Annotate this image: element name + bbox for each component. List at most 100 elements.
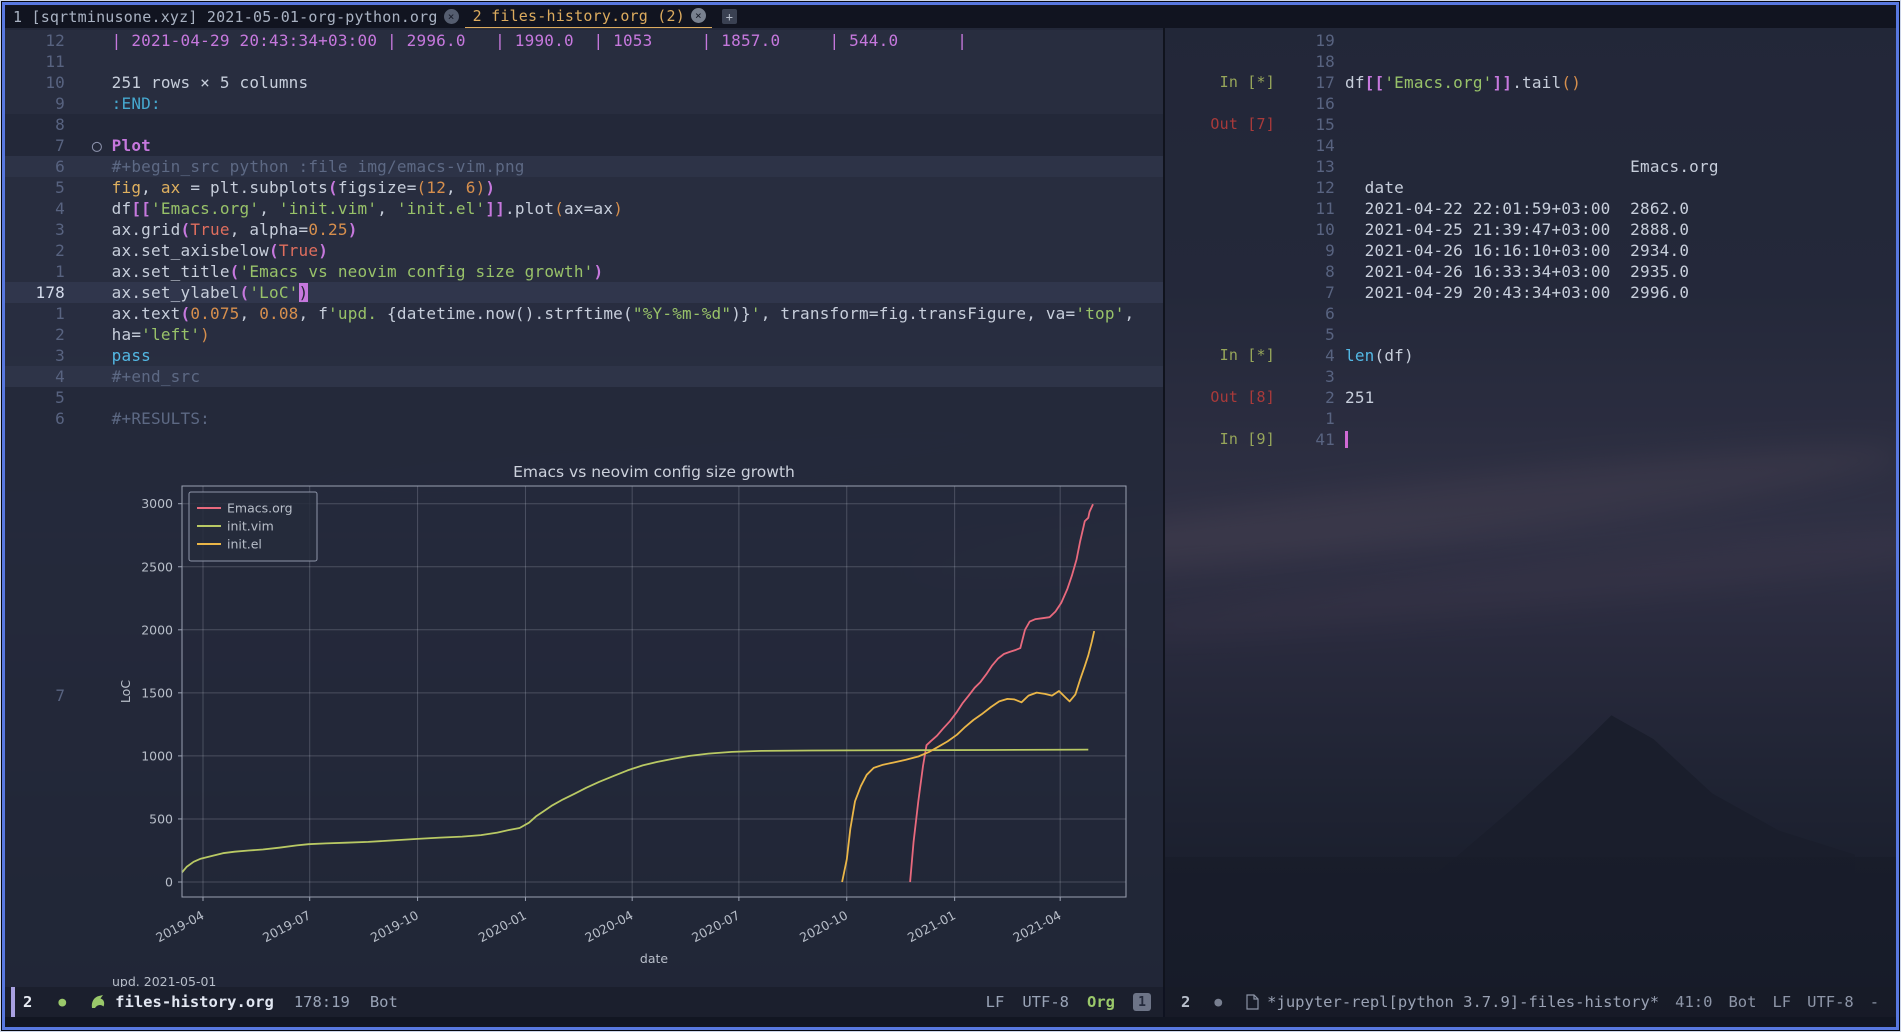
tab-close-icon[interactable]: × (691, 8, 706, 23)
code-line[interactable]: 5 (5, 387, 1163, 408)
code-line[interactable]: 4 df[['Emacs.org', 'init.vim', 'init.el'… (5, 198, 1163, 219)
org-code-lines: 12 | 2021-04-29 20:43:34+03:00 | 2996.0 … (5, 30, 1163, 429)
repl-line[interactable]: 5 (1165, 324, 1899, 345)
modeline-org[interactable]: 2 ● files-history.org 178:19 Bot LF UTF-… (5, 987, 1163, 1017)
code-line[interactable]: 1 ax.set_title('Emacs vs neovim config s… (5, 261, 1163, 282)
code-line[interactable]: 4 #+end_src (5, 366, 1163, 387)
line-number: 9 (1283, 240, 1335, 261)
line-number: 3 (5, 219, 65, 240)
code-line[interactable]: 3 pass (5, 345, 1163, 366)
code-line[interactable]: 2 ax.set_axisbelow(True) (5, 240, 1163, 261)
line-number: 16 (1283, 93, 1335, 114)
repl-line[interactable]: 18 (1165, 51, 1899, 72)
line-content (92, 51, 1163, 72)
repl-line[interactable]: In [9] 41 (1165, 429, 1899, 450)
major-mode[interactable]: Org (1087, 993, 1115, 1011)
svg-text:3000: 3000 (141, 496, 173, 511)
modeline-suffix: - (1870, 993, 1879, 1011)
svg-text:500: 500 (149, 811, 173, 826)
code-line[interactable]: 6 #+begin_src python :file img/emacs-vim… (5, 156, 1163, 177)
line-number: 19 (1283, 30, 1335, 51)
code-line[interactable]: 8 (5, 114, 1163, 135)
repl-line[interactable]: 19 (1165, 30, 1899, 51)
tab-org-python[interactable]: 1 [sqrtminusone.xyz] 2021-05-01-org-pyth… (5, 5, 465, 28)
repl-prompt: In [9] (1165, 429, 1275, 450)
line-content: 2021-04-25 21:39:47+03:00 2888.0 (1345, 219, 1689, 240)
image-line-number: 7 (5, 685, 65, 706)
jupyter-repl-window[interactable]: 1918In [*]17df[['Emacs.org']].tail()16Ou… (1165, 28, 1899, 987)
eol-indicator: LF (986, 993, 1005, 1011)
repl-line[interactable]: In [*]4len(df) (1165, 345, 1899, 366)
repl-line[interactable]: 11 2021-04-22 22:01:59+03:00 2862.0 (1165, 198, 1899, 219)
line-number: 7 (5, 135, 65, 156)
code-line[interactable]: 11 (5, 51, 1163, 72)
new-tab-button[interactable]: + (722, 9, 737, 24)
repl-line[interactable]: 7 2021-04-29 20:43:34+03:00 2996.0 (1165, 282, 1899, 303)
code-line[interactable]: 5 fig, ax = plt.subplots(figsize=(12, 6)… (5, 177, 1163, 198)
inline-result-chart[interactable]: 0500100015002000250030002019-042019-0720… (97, 458, 1147, 987)
repl-line[interactable]: 16 (1165, 93, 1899, 114)
code-line[interactable]: 12 | 2021-04-29 20:43:34+03:00 | 2996.0 … (5, 30, 1163, 51)
line-number: 6 (5, 408, 65, 429)
line-number: 41 (1283, 429, 1335, 450)
buffer-name[interactable]: *jupyter-repl[python 3.7.9]-files-histor… (1267, 993, 1659, 1011)
code-line[interactable]: 1 ax.text(0.075, 0.08, f'upd. {datetime.… (5, 303, 1163, 324)
tab-close-icon[interactable]: × (444, 9, 459, 24)
line-content (92, 114, 1163, 135)
line-number: 1 (1283, 408, 1335, 429)
code-line[interactable]: 10 251 rows × 5 columns (5, 72, 1163, 93)
line-content: 2021-04-22 22:01:59+03:00 2862.0 (1345, 198, 1689, 219)
line-number: 8 (1283, 261, 1335, 282)
line-number: 4 (1283, 345, 1335, 366)
line-number: 15 (1283, 114, 1335, 135)
org-buffer-window[interactable]: 12 | 2021-04-29 20:43:34+03:00 | 2996.0 … (5, 28, 1165, 987)
active-window-bar (11, 987, 15, 1017)
repl-prompt (1165, 156, 1275, 177)
code-line[interactable]: 9 :END: (5, 93, 1163, 114)
svg-text:2000: 2000 (141, 622, 173, 637)
svg-text:2019-07: 2019-07 (260, 907, 313, 945)
scroll-position: Bot (370, 993, 398, 1011)
svg-text:0: 0 (165, 875, 173, 890)
repl-line[interactable]: 3 (1165, 366, 1899, 387)
repl-line[interactable]: 6 (1165, 303, 1899, 324)
line-content: fig, ax = plt.subplots(figsize=(12, 6)) (92, 177, 1163, 198)
repl-prompt (1165, 51, 1275, 72)
modeline-repl[interactable]: 2 ● *jupyter-repl[python 3.7.9]-files-hi… (1165, 987, 1899, 1017)
svg-text:2019-04: 2019-04 (153, 907, 206, 945)
svg-text:2020-10: 2020-10 (797, 907, 850, 945)
line-content (92, 387, 1163, 408)
repl-prompt (1165, 261, 1275, 282)
svg-text:init.vim: init.vim (227, 519, 274, 534)
line-number: 11 (5, 51, 65, 72)
repl-prompt (1165, 303, 1275, 324)
code-line[interactable]: 7 ◯ Plot (5, 135, 1163, 156)
tab-files-history[interactable]: 2 files-history.org (2) × (465, 4, 712, 29)
svg-text:date: date (640, 951, 668, 966)
repl-line[interactable]: 8 2021-04-26 16:33:34+03:00 2935.0 (1165, 261, 1899, 282)
line-number: 6 (1283, 303, 1335, 324)
repl-prompt (1165, 282, 1275, 303)
workspace-badge: 1 (1133, 993, 1151, 1011)
repl-line[interactable]: 12 date (1165, 177, 1899, 198)
svg-text:Emacs.org: Emacs.org (227, 501, 293, 516)
repl-line[interactable]: 13 Emacs.org (1165, 156, 1899, 177)
buffer-name[interactable]: files-history.org (115, 993, 274, 1011)
repl-line[interactable]: In [*]17df[['Emacs.org']].tail() (1165, 72, 1899, 93)
repl-lines: 1918In [*]17df[['Emacs.org']].tail()16Ou… (1165, 30, 1899, 450)
line-content: #+end_src (92, 366, 1163, 387)
code-line[interactable]: 2 ha='left') (5, 324, 1163, 345)
repl-line[interactable]: 1 (1165, 408, 1899, 429)
code-line[interactable]: 178 ax.set_ylabel('LoC') (5, 282, 1163, 303)
repl-line[interactable]: Out [8]2251 (1165, 387, 1899, 408)
line-content: 251 (1345, 387, 1375, 408)
code-line[interactable]: 3 ax.grid(True, alpha=0.25) (5, 219, 1163, 240)
repl-line[interactable]: 9 2021-04-26 16:16:10+03:00 2934.0 (1165, 240, 1899, 261)
line-number: 3 (1283, 366, 1335, 387)
repl-line[interactable]: Out [7]15 (1165, 114, 1899, 135)
repl-line[interactable]: 10 2021-04-25 21:39:47+03:00 2888.0 (1165, 219, 1899, 240)
line-content: ◯ Plot (92, 135, 1163, 156)
echo-area[interactable] (5, 1017, 1896, 1030)
repl-line[interactable]: 14 (1165, 135, 1899, 156)
code-line[interactable]: 6 #+RESULTS: (5, 408, 1163, 429)
